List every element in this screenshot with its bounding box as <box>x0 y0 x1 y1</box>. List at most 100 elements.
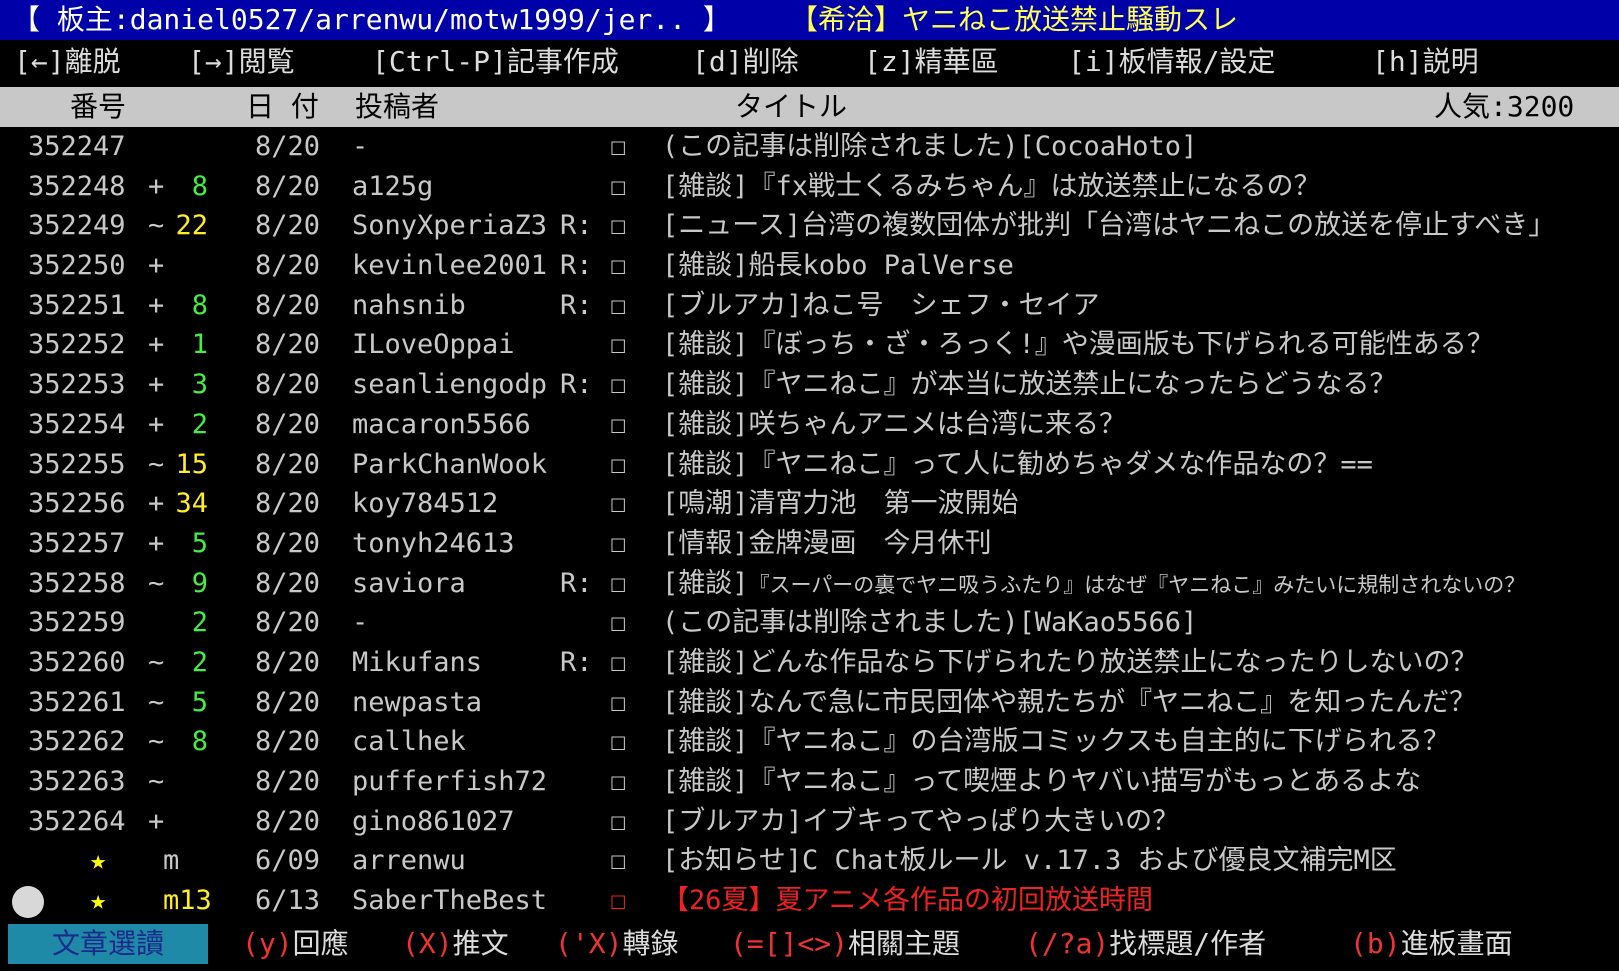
article-title[interactable]: [雑談]船長kobo PalVerse <box>662 246 1014 286</box>
list-item[interactable]: 352264 +8/20 gino861027 ☐ [ブルアカ]イブキってやっぱり大きい… <box>0 802 1619 842</box>
checkbox[interactable]: ☐ <box>610 603 626 643</box>
article-title[interactable]: [雑談]どんな作品なら下げられたり放送禁止になったりしないの？ <box>662 643 1478 683</box>
article-date: 8/20 <box>255 289 321 321</box>
article-title[interactable]: [雑談]なんで急に市民団体や親たちが『ヤニねこ』を知ったんだ？ <box>662 683 1476 723</box>
checkbox[interactable]: ☐ <box>610 405 626 445</box>
list-item[interactable]: 352250 +8/20 kevinlee2001 R: ☐ [雑談]船長kobo Pal… <box>0 246 1619 286</box>
article-author[interactable]: pufferfish72 <box>352 762 547 802</box>
checkbox[interactable]: ☐ <box>610 841 626 881</box>
article-title[interactable]: [雑談]『ヤニねこ』って喫煙よりヤバい描写がもっとあるよな <box>662 762 1421 802</box>
menu-post[interactable]: [Ctrl-P]記事作成 <box>372 42 619 82</box>
menu-help[interactable]: [h]説明 <box>1372 42 1479 82</box>
article-title[interactable]: [ブルアカ]ねこ号 シェフ・セイア <box>662 286 1100 326</box>
list-item[interactable]: 352253 +3 8/20 seanliengodp R: ☐ [雑談]『ヤニねこ』が本当… <box>0 365 1619 405</box>
article-title[interactable]: [雑談]咲ちゃんアニメは台湾に来る？ <box>662 405 1126 445</box>
article-title[interactable]: [雑談]『ヤニねこ』って人に勧めちゃダメな作品なの？== <box>662 445 1373 485</box>
status-bar: 文章選讀 (y)回應 (X)推文 ('X)轉錄 (=[]<>)相關主題 (/?a… <box>0 924 1619 964</box>
list-item[interactable]: 352255 ~15 8/20 ParkChanWook ☐ [雑談]『ヤニねこ』って人に… <box>0 445 1619 485</box>
checkbox[interactable]: ☐ <box>610 365 626 405</box>
article-author[interactable]: macaron5566 <box>352 405 531 445</box>
article-title[interactable]: 【26夏】夏アニメ各作品の初回放送時間 <box>662 881 1153 921</box>
checkbox[interactable]: ☐ <box>610 484 626 524</box>
checkbox[interactable]: ☐ <box>610 167 626 207</box>
cmd-reply[interactable]: (y)回應 <box>242 924 349 964</box>
cmd-related[interactable]: (=[]<>)相關主題 <box>730 924 960 964</box>
article-author[interactable]: - <box>352 603 368 643</box>
article-title[interactable]: (この記事は削除されました)[CocoaHoto] <box>662 127 1197 167</box>
article-author[interactable]: ParkChanWook <box>352 445 547 485</box>
article-title[interactable]: [ニュース]台湾の複数団体が批判「台湾はヤニねこの放送を停止すべき」 <box>662 206 1555 246</box>
list-item[interactable]: 352251 +8 8/20 nahsnib R: ☐ [ブルアカ]ねこ号 シェフ・セイア <box>0 286 1619 326</box>
checkbox[interactable]: ☐ <box>610 722 626 762</box>
list-item[interactable]: 352263 ~8/20 pufferfish72 ☐ [雑談]『ヤニねこ』って喫煙より… <box>0 762 1619 802</box>
article-title[interactable]: [雑談]『fx戦士くるみちゃん』は放送禁止になるの？ <box>662 167 1320 207</box>
article-author[interactable]: seanliengodp <box>352 365 547 405</box>
article-author[interactable]: Mikufans <box>352 643 482 683</box>
list-item[interactable]: 352257 +5 8/20 tonyh24613 ☐ [情報]金牌漫画 今月休刊 <box>0 524 1619 564</box>
article-author[interactable]: nahsnib <box>352 286 466 326</box>
pinned-item[interactable]: ★ m 6/09 arrenwu ☐ [お知らせ]C Chat板ルール v.17.3 およ… <box>0 841 1619 881</box>
pinned-item[interactable]: ★ m13 6/13 SaberTheBest ☐ 【26夏】夏アニメ各作品の初回放送時間 <box>0 881 1619 921</box>
cmd-repost[interactable]: ('X)轉錄 <box>555 924 678 964</box>
header-title: タイトル <box>735 90 848 123</box>
checkbox[interactable]: ☐ <box>610 246 626 286</box>
list-item[interactable]: 352262 ~8 8/20 callhek ☐ [雑談]『ヤニねこ』の台湾版コミックスも… <box>0 722 1619 762</box>
article-author[interactable]: - <box>352 127 368 167</box>
checkbox[interactable]: ☐ <box>610 643 626 683</box>
article-author[interactable]: ILoveOppai <box>352 325 515 365</box>
article-author[interactable]: gino861027 <box>352 802 515 842</box>
article-number: 352250 <box>28 250 126 282</box>
article-author[interactable]: koy784512 <box>352 484 498 524</box>
menu-delete[interactable]: [d]削除 <box>692 42 799 82</box>
article-author[interactable]: saviora <box>352 564 466 604</box>
title-bar: 【 板主:daniel0527/arrenwu/motw1999/jer.. 】… <box>0 0 1619 40</box>
checkbox[interactable]: ☐ <box>610 564 626 604</box>
article-author[interactable]: SonyXperiaZ3 <box>352 206 547 246</box>
checkbox[interactable]: ☐ <box>610 762 626 802</box>
checkbox[interactable]: ☐ <box>610 325 626 365</box>
article-author[interactable]: SaberTheBest <box>352 881 547 921</box>
menu-digest[interactable]: [z]精華區 <box>864 42 999 82</box>
list-item[interactable]: 352258 ~9 8/20 saviora R: ☐ [雑談]『スーパーの裏でヤニ吸うふた… <box>0 564 1619 604</box>
menu-board-info[interactable]: [i]板情報/設定 <box>1068 42 1275 82</box>
article-date: 8/20 <box>255 527 321 559</box>
cmd-push[interactable]: (X)推文 <box>402 924 509 964</box>
list-item[interactable]: 352260 ~2 8/20 Mikufans R: ☐ [雑談]どんな作品なら下げられたり… <box>0 643 1619 683</box>
article-author[interactable]: tonyh24613 <box>352 524 515 564</box>
article-title[interactable]: [雑談]『ヤニねこ』が本当に放送禁止になったらどうなる？ <box>662 365 1397 405</box>
article-title[interactable]: [雑談]『ヤニねこ』の台湾版コミックスも自主的に下げられる？ <box>662 722 1450 762</box>
menu-read[interactable]: [→]閲覧 <box>188 42 295 82</box>
article-title[interactable]: (この記事は削除されました)[WaKao5566] <box>662 603 1197 643</box>
checkbox[interactable]: ☐ <box>610 881 626 921</box>
article-title[interactable]: [雑談]『スーパーの裏でヤニ吸うふたり』はなぜ『ヤニねこ』みたいに規制されないの… <box>662 564 1525 606</box>
article-author[interactable]: newpasta <box>352 683 482 723</box>
list-item[interactable]: 352252 +1 8/20 ILoveOppai ☐ [雑談]『ぼっち・ざ・ろっく!』や… <box>0 325 1619 365</box>
article-title[interactable]: [情報]金牌漫画 今月休刊 <box>662 524 992 564</box>
list-item[interactable]: 352256 +34 8/20 koy784512 ☐ [鳴潮]清宵力池 第一波開始 <box>0 484 1619 524</box>
checkbox[interactable]: ☐ <box>610 206 626 246</box>
article-author[interactable]: kevinlee2001 <box>352 246 547 286</box>
menu-leave[interactable]: [←]離脱 <box>14 42 121 82</box>
list-item[interactable]: 352247 8/20- ☐ (この記事は削除されました)[CocoaHoto] <box>0 127 1619 167</box>
checkbox[interactable]: ☐ <box>610 802 626 842</box>
article-title[interactable]: [雑談]『ぼっち・ざ・ろっく!』や漫画版も下げられる可能性ある？ <box>662 325 1494 365</box>
list-item[interactable]: 352261 ~5 8/20 newpasta ☐ [雑談]なんで急に市民団体や親たちが『… <box>0 683 1619 723</box>
cmd-board-screen[interactable]: (b)進板畫面 <box>1350 924 1513 964</box>
list-item[interactable]: 352254 +2 8/20 macaron5566 ☐ [雑談]咲ちゃんアニメは台湾に来… <box>0 405 1619 445</box>
cmd-search[interactable]: (/?a)找標題/作者 <box>1025 924 1266 964</box>
checkbox[interactable]: ☐ <box>610 127 626 167</box>
checkbox[interactable]: ☐ <box>610 683 626 723</box>
checkbox[interactable]: ☐ <box>610 286 626 326</box>
article-author[interactable]: a125g <box>352 167 433 207</box>
article-author[interactable]: callhek <box>352 722 466 762</box>
recommend-mark: ~ <box>148 567 165 599</box>
article-title[interactable]: [お知らせ]C Chat板ルール v.17.3 および優良文補完M区 <box>662 841 1397 881</box>
checkbox[interactable]: ☐ <box>610 524 626 564</box>
article-title[interactable]: [ブルアカ]イブキってやっぱり大きいの？ <box>662 802 1179 842</box>
article-title[interactable]: [鳴潮]清宵力池 第一波開始 <box>662 484 1019 524</box>
list-item[interactable]: 352259 2 8/20- ☐ (この記事は削除されました)[WaKao5566] <box>0 603 1619 643</box>
article-author[interactable]: arrenwu <box>352 841 466 881</box>
checkbox[interactable]: ☐ <box>610 445 626 485</box>
list-item[interactable]: 352249 ~22 8/20 SonyXperiaZ3 R: ☐ [ニュース]台湾の複数団… <box>0 206 1619 246</box>
list-item[interactable]: 352248 +8 8/20 a125g ☐ [雑談]『fx戦士くるみちゃん』は放送禁止に… <box>0 167 1619 207</box>
